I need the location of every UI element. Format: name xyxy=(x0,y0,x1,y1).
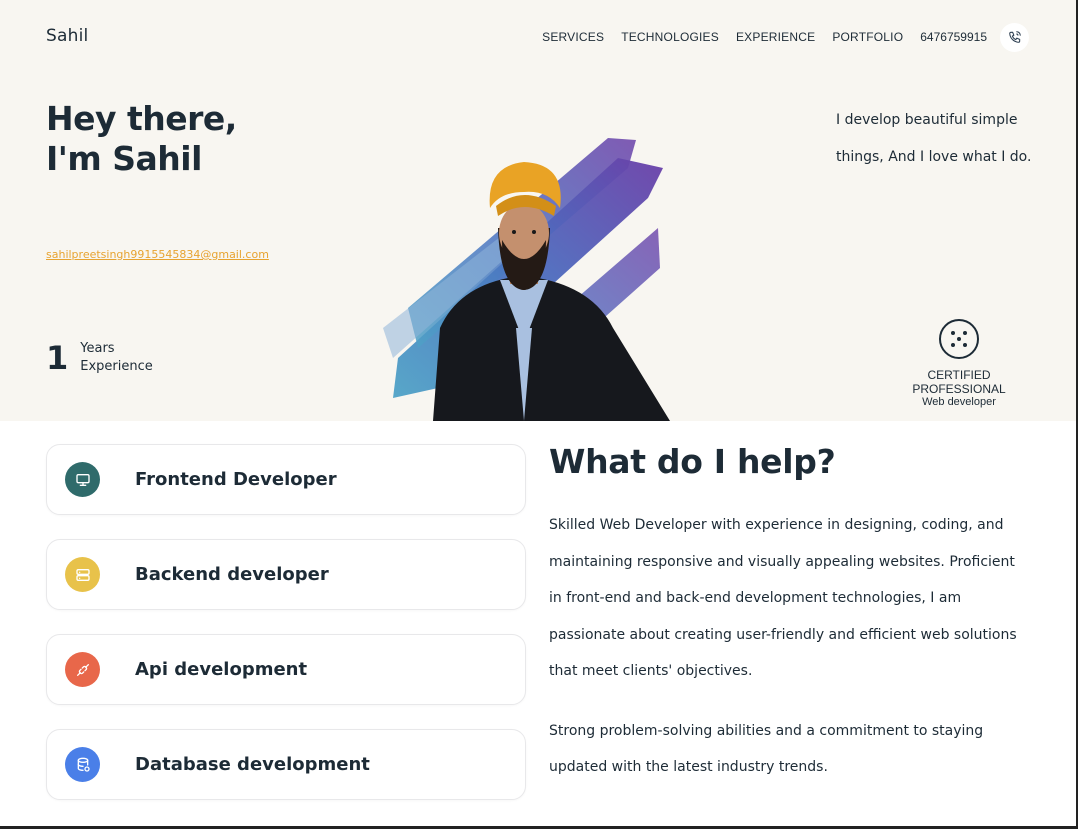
help-paragraph-2: Strong problem-solving abilities and a c… xyxy=(549,713,1039,786)
service-card-backend[interactable]: Backend developer xyxy=(46,539,526,610)
nav-link-technologies[interactable]: TECHNOLOGIES xyxy=(621,30,719,44)
years-label: Years Experience xyxy=(80,340,153,376)
tagline-line2: things, And I love what I do. xyxy=(836,149,1032,165)
cert-title: CERTIFIED PROFESSIONAL xyxy=(912,368,1006,396)
tagline-line1: I develop beautiful simple xyxy=(836,112,1018,128)
page: Sahil SERVICES TECHNOLOGIES EXPERIENCE P… xyxy=(0,0,1078,829)
monitor-icon xyxy=(65,462,100,497)
email-link[interactable]: sahilpreetsingh9915545834@gmail.com xyxy=(46,248,269,261)
nav-link-portfolio[interactable]: PORTFOLIO xyxy=(832,30,903,44)
years-label-line1: Years xyxy=(80,341,115,356)
help-line: in front-end and back-end development te… xyxy=(549,590,962,606)
service-label: Database development xyxy=(135,754,370,775)
certification-badge: CERTIFIED PROFESSIONAL Web developer xyxy=(880,318,1038,408)
plug-icon xyxy=(65,652,100,687)
help-paragraph-1: Skilled Web Developer with experience in… xyxy=(549,507,1039,690)
service-card-database[interactable]: Database development xyxy=(46,729,526,800)
hero-title-line2: I'm Sahil xyxy=(46,139,202,178)
service-label: Backend developer xyxy=(135,564,329,585)
phone-call-icon xyxy=(1008,31,1021,43)
service-label: Api development xyxy=(135,659,308,680)
help-line: Skilled Web Developer with experience in… xyxy=(549,517,1004,533)
hero-title-line1: Hey there, xyxy=(46,99,237,138)
logo[interactable]: Sahil xyxy=(46,26,88,46)
help-line: Strong problem-solving abilities and a c… xyxy=(549,722,984,739)
database-icon xyxy=(65,747,100,782)
help-line: passionate about creating user-friendly … xyxy=(549,626,1017,643)
hero-section: Sahil SERVICES TECHNOLOGIES EXPERIENCE P… xyxy=(0,0,1076,421)
years-number: 1 xyxy=(46,339,69,377)
phone-number[interactable]: 6476759915 xyxy=(920,30,987,44)
server-icon xyxy=(65,557,100,592)
hero-title: Hey there, I'm Sahil xyxy=(46,99,237,179)
help-description: Skilled Web Developer with experience in… xyxy=(549,507,1039,786)
service-card-frontend[interactable]: Frontend Developer xyxy=(46,444,526,515)
nav-link-experience[interactable]: EXPERIENCE xyxy=(736,30,815,44)
help-line: updated with the latest industry trends. xyxy=(549,759,828,775)
years-label-line2: Experience xyxy=(80,359,153,374)
cert-subtitle: Web developer xyxy=(922,396,996,408)
nav-link-services[interactable]: SERVICES xyxy=(542,30,604,44)
service-label: Frontend Developer xyxy=(135,469,337,490)
services-list: Frontend Developer Backend developer Api… xyxy=(46,444,526,824)
phone-call-button[interactable] xyxy=(1000,22,1029,52)
help-line: maintaining responsive and visually appe… xyxy=(549,553,1015,570)
years-experience: 1 Years Experience xyxy=(46,340,153,376)
tagline: I develop beautiful simple things, And I… xyxy=(836,102,1036,176)
top-nav: SERVICES TECHNOLOGIES EXPERIENCE PORTFOL… xyxy=(525,22,1029,52)
profile-photo xyxy=(383,138,670,421)
dice-icon xyxy=(939,319,979,359)
service-card-api[interactable]: Api development xyxy=(46,634,526,705)
help-line: that meet clients' objectives. xyxy=(549,663,753,679)
help-title: What do I help? xyxy=(549,442,836,481)
